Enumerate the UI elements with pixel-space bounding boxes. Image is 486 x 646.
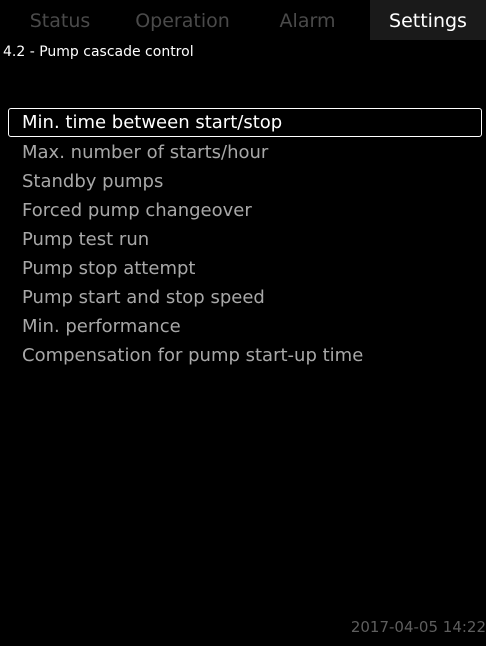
- menu-item-min-performance[interactable]: Min. performance: [8, 311, 482, 340]
- menu-item-pump-stop-attempt[interactable]: Pump stop attempt: [8, 253, 482, 282]
- tab-bar: Status Operation Alarm Settings: [0, 0, 486, 40]
- tab-status[interactable]: Status: [0, 0, 120, 40]
- menu-item-forced-pump-changeover[interactable]: Forced pump changeover: [8, 195, 482, 224]
- settings-menu-list: Min. time between start/stop Max. number…: [8, 108, 482, 369]
- menu-item-pump-test-run[interactable]: Pump test run: [8, 224, 482, 253]
- menu-item-max-starts-per-hour[interactable]: Max. number of starts/hour: [8, 137, 482, 166]
- menu-item-compensation-startup-time[interactable]: Compensation for pump start-up time: [8, 340, 482, 369]
- tab-operation[interactable]: Operation: [120, 0, 245, 40]
- datetime-display: 2017-04-05 14:22: [350, 618, 486, 636]
- menu-item-pump-start-stop-speed[interactable]: Pump start and stop speed: [8, 282, 482, 311]
- page-title: 4.2 - Pump cascade control: [3, 44, 194, 60]
- menu-item-standby-pumps[interactable]: Standby pumps: [8, 166, 482, 195]
- tab-settings[interactable]: Settings: [370, 0, 486, 40]
- menu-item-min-time-between-start-stop[interactable]: Min. time between start/stop: [8, 108, 482, 137]
- tab-alarm[interactable]: Alarm: [245, 0, 370, 40]
